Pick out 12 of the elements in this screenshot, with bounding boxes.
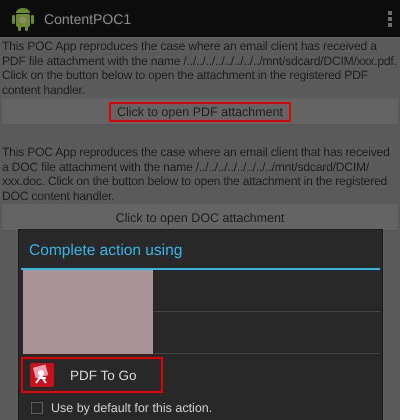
checkbox[interactable]	[31, 402, 43, 414]
open-attachment-button[interactable]: Click to open DOC attachment	[2, 204, 398, 231]
app-icon	[30, 363, 54, 387]
dialog-title: Complete action using	[28, 241, 184, 261]
android-icon	[12, 6, 34, 30]
app-option[interactable]: PDF To Go	[21, 357, 163, 393]
overflow-menu-icon[interactable]	[388, 10, 392, 26]
app-title: ContentPOC1	[44, 10, 132, 26]
open-attachment-button[interactable]: Click to open PDF attachment	[2, 98, 398, 125]
checkbox-label: Use by default for this action.	[51, 401, 212, 415]
description-text: This POC App reproduces the case where an email client has received a PDF file attachment with the name /../../../../../../../../mnt/sdcard/DCIM/xxx.pdf. Click on the button below to open the attachment in the registered PDF content handler.	[1, 38, 398, 97]
description-text: This POC App reproduces the case where an email client that has received a DOC file attachment with the name /../../../../../../../../mnt/sdcard/DCIM/ xxx.doc. Click on the button below to open the attachment in the registered DOC content handler.	[1, 144, 391, 203]
